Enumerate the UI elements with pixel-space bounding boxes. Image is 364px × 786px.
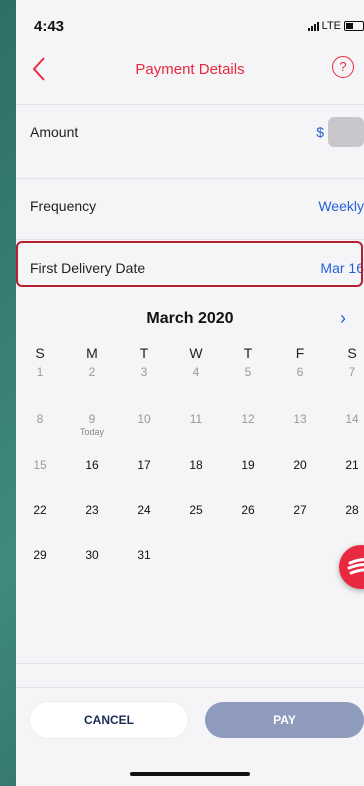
calendar-day-number: 28 <box>345 503 359 517</box>
calendar-day[interactable]: 23 <box>77 503 107 517</box>
calendar-month: March 2020 <box>146 310 234 327</box>
signal-icon <box>307 21 319 31</box>
weekday-label: T <box>139 345 149 361</box>
calendar-day: 3 <box>129 365 159 379</box>
calendar-day-number: 25 <box>189 503 203 517</box>
calendar-day: 11 <box>181 412 211 426</box>
status-time: 4:43 <box>34 18 65 35</box>
calendar: March 2020 › S M T W T F S 1 2 3 4 5 6 7 8 9 Toda… <box>16 300 364 660</box>
nav-bar: Payment Details ? <box>16 44 364 94</box>
calendar-day-number: 3 <box>140 365 148 379</box>
calendar-day[interactable]: 16 <box>77 458 107 472</box>
calendar-day[interactable]: 26 <box>233 503 263 517</box>
help-icon[interactable]: ? <box>332 56 354 78</box>
calendar-day: 6 <box>285 365 315 379</box>
calendar-day-number: 10 <box>137 412 151 426</box>
amount-label: Amount <box>30 124 79 140</box>
calendar-day-number: 4 <box>192 365 200 379</box>
calendar-day-number: 26 <box>241 503 255 517</box>
calendar-day-number: 23 <box>85 503 99 517</box>
calendar-day-number: 30 <box>85 548 99 562</box>
calendar-day: 1 <box>25 365 55 379</box>
weekday-label: F <box>295 345 305 361</box>
calendar-day-number: 17 <box>137 458 151 472</box>
calendar-day-number: 2 <box>88 365 96 379</box>
calendar-day-number: 13 <box>293 412 307 426</box>
calendar-day[interactable]: 24 <box>129 503 159 517</box>
calendar-day-number: 24 <box>137 503 151 517</box>
pay-button[interactable]: PAY <box>205 702 364 738</box>
first-delivery-highlight <box>16 241 363 287</box>
weekday-label: M <box>86 345 98 361</box>
stripes-logo-icon <box>347 557 364 575</box>
calendar-day-number: 29 <box>33 548 47 562</box>
page-title: Payment Details <box>135 61 245 78</box>
battery-icon <box>344 21 364 31</box>
amount-row[interactable]: Amount $ <box>16 104 364 159</box>
calendar-day-number: 7 <box>348 365 356 379</box>
calendar-day[interactable]: 20 <box>285 458 315 472</box>
calendar-day[interactable]: 21 <box>337 458 364 472</box>
cancel-button[interactable]: CANCEL <box>30 702 188 738</box>
calendar-day-number: 5 <box>244 365 252 379</box>
calendar-day[interactable]: 27 <box>285 503 315 517</box>
calendar-day: 4 <box>181 365 211 379</box>
calendar-day: 15 <box>25 458 55 472</box>
amount-currency: $ <box>316 124 324 140</box>
status-indicators: LTE <box>307 20 364 32</box>
calendar-day: 10 <box>129 412 159 426</box>
divider <box>16 687 364 688</box>
weekday-label: W <box>189 345 203 361</box>
calendar-day[interactable]: 31 <box>129 548 159 562</box>
calendar-day[interactable]: 22 <box>25 503 55 517</box>
calendar-day-number: 27 <box>293 503 307 517</box>
calendar-day[interactable]: 29 <box>25 548 55 562</box>
today-label: Today <box>79 427 105 437</box>
frequency-label: Frequency <box>30 198 97 214</box>
amount-redacted <box>328 117 364 147</box>
calendar-day-number: 14 <box>345 412 359 426</box>
calendar-day[interactable]: 28 <box>337 503 364 517</box>
weekday-label: S <box>35 345 45 361</box>
divider <box>16 663 364 664</box>
calendar-day-number: 8 <box>36 412 44 426</box>
home-indicator <box>130 772 250 776</box>
calendar-day: 8 <box>25 412 55 426</box>
calendar-day: 14 <box>337 412 364 426</box>
calendar-day-number: 6 <box>296 365 304 379</box>
calendar-day[interactable]: 19 <box>233 458 263 472</box>
calendar-day-number: 18 <box>189 458 203 472</box>
calendar-day-number: 22 <box>33 503 47 517</box>
next-month-icon[interactable]: › <box>340 308 346 329</box>
calendar-day[interactable]: 18 <box>181 458 211 472</box>
calendar-day-number: 15 <box>33 458 47 472</box>
calendar-day: 2 <box>77 365 107 379</box>
calendar-day-number: 12 <box>241 412 255 426</box>
calendar-day-number: 16 <box>85 458 99 472</box>
phone-screen: 4:43 LTE Payment Details ? Amount $ Freq… <box>16 0 364 786</box>
frequency-value: Weekly <box>318 198 364 214</box>
calendar-day-number: 11 <box>189 412 203 426</box>
calendar-day: 9 Today <box>77 412 107 437</box>
calendar-day[interactable]: 25 <box>181 503 211 517</box>
calendar-day-number: 9 <box>88 412 96 426</box>
calendar-day-number: 31 <box>137 548 151 562</box>
weekday-label: S <box>347 345 357 361</box>
status-bar: 4:43 LTE <box>16 0 364 44</box>
weekday-label: T <box>243 345 253 361</box>
network-label: LTE <box>321 20 341 32</box>
calendar-day-number: 1 <box>36 365 44 379</box>
calendar-day-number: 20 <box>293 458 307 472</box>
calendar-day[interactable]: 30 <box>77 548 107 562</box>
calendar-day: 13 <box>285 412 315 426</box>
chat-fab-button[interactable] <box>339 545 364 589</box>
calendar-day: 5 <box>233 365 263 379</box>
calendar-day-number: 21 <box>345 458 359 472</box>
calendar-day-number: 19 <box>241 458 255 472</box>
frequency-row[interactable]: Frequency Weekly <box>16 178 364 233</box>
calendar-day: 7 <box>337 365 364 379</box>
calendar-day[interactable]: 17 <box>129 458 159 472</box>
calendar-day: 12 <box>233 412 263 426</box>
